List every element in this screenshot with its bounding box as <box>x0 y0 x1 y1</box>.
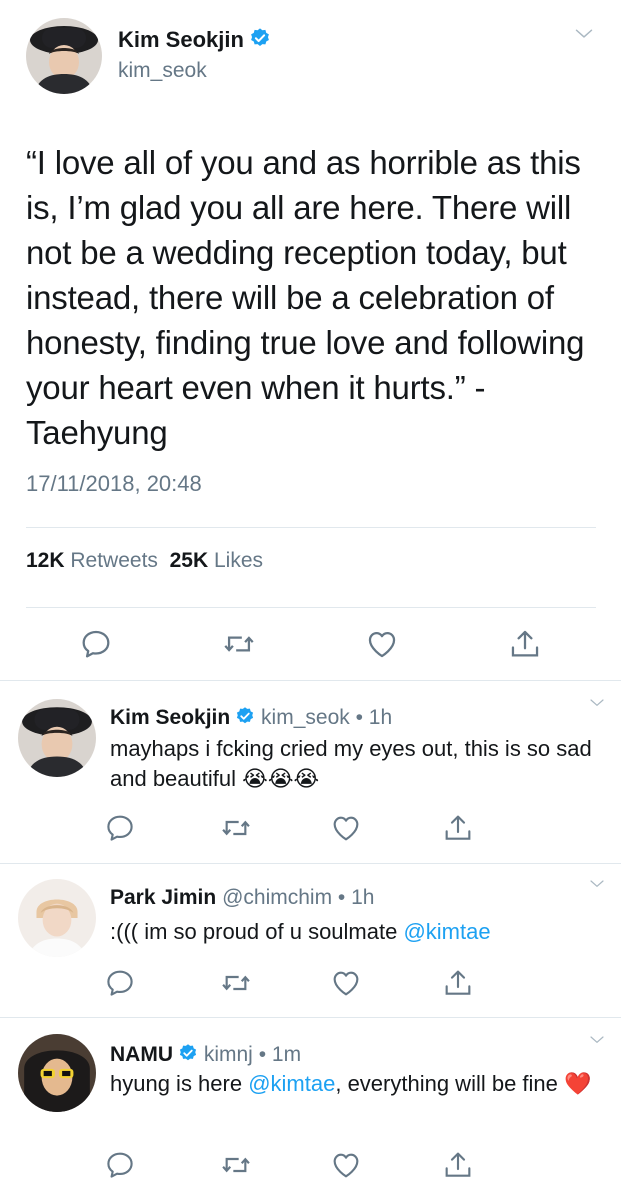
reply-header: Kim Seokjin kim_seok • 1h <box>110 706 393 729</box>
chevron-down-icon[interactable] <box>570 24 598 44</box>
heart-emoji: ❤️ <box>564 1071 592 1096</box>
author-name[interactable]: Kim Seokjin <box>110 706 230 729</box>
author-handle[interactable]: kim_seok <box>261 706 350 729</box>
reply-tweet: Park Jimin @chimchim • 1h :((( im so pro… <box>0 864 621 1016</box>
tweet-text: “I love all of you and as horrible as th… <box>26 144 585 451</box>
chevron-down-icon[interactable] <box>586 1032 608 1048</box>
avatar[interactable] <box>26 18 102 94</box>
reply-header: Park Jimin @chimchim • 1h <box>110 886 375 909</box>
retweet-icon[interactable] <box>222 627 256 661</box>
avatar[interactable] <box>18 879 96 957</box>
retweet-icon[interactable] <box>220 1149 252 1181</box>
reply-icon[interactable] <box>104 967 136 999</box>
reply-time[interactable]: 1h <box>369 706 392 729</box>
reply-text: mayhaps i fcking cried my eyes out, this… <box>110 736 592 791</box>
chevron-down-icon[interactable] <box>586 695 608 711</box>
verified-badge-icon <box>235 706 255 726</box>
like-icon[interactable] <box>330 812 362 844</box>
avatar[interactable] <box>18 1034 96 1112</box>
reply-text: hyung is here @kimtae, everything will b… <box>110 1071 592 1096</box>
verified-badge-icon <box>249 27 271 49</box>
author-name[interactable]: Park Jimin <box>110 886 216 909</box>
share-icon[interactable] <box>442 1149 474 1181</box>
reply-icon[interactable] <box>104 812 136 844</box>
reply-icon[interactable] <box>104 1149 136 1181</box>
tweet-stats: 12K Retweets 25K Likes <box>26 549 263 573</box>
reply-time[interactable]: 1h <box>351 886 374 909</box>
likes-stat[interactable]: 25K Likes <box>170 549 263 572</box>
reply-tweet: NAMU kimnj • 1m hyung is here @kimtae, e… <box>0 1018 621 1200</box>
divider <box>26 527 596 528</box>
share-icon[interactable] <box>442 812 474 844</box>
divider <box>26 607 596 608</box>
mention-link[interactable]: @kimtae <box>403 919 490 944</box>
reply-time[interactable]: 1m <box>272 1043 301 1066</box>
like-icon[interactable] <box>330 967 362 999</box>
share-icon[interactable] <box>442 967 474 999</box>
like-icon[interactable] <box>330 1149 362 1181</box>
share-icon[interactable] <box>508 627 542 661</box>
mention-link[interactable]: @kimtae <box>248 1071 335 1096</box>
like-icon[interactable] <box>365 627 399 661</box>
chevron-down-icon[interactable] <box>586 876 608 892</box>
reply-icon[interactable] <box>79 627 113 661</box>
avatar[interactable] <box>18 699 96 777</box>
retweets-stat[interactable]: 12K Retweets <box>26 549 158 572</box>
author-handle[interactable]: @chimchim <box>222 886 332 909</box>
author-handle[interactable]: kim_seok <box>118 59 207 83</box>
author-handle[interactable]: kimnj <box>204 1043 253 1066</box>
author-name[interactable]: Kim Seokjin <box>118 27 271 53</box>
crying-emoji: 😭😭😭 <box>242 766 320 791</box>
reply-tweet: Kim Seokjin kim_seok • 1h mayhaps i fcki… <box>0 681 621 862</box>
tweet-timestamp[interactable]: 17/11/2018, 20:48 <box>26 471 202 497</box>
retweet-icon[interactable] <box>220 967 252 999</box>
main-tweet: Kim Seokjin kim_seok “I love all of you … <box>0 0 621 668</box>
author-name[interactable]: NAMU <box>110 1043 173 1066</box>
reply-text: :((( im so proud of u soulmate @kimtae <box>110 919 491 944</box>
verified-badge-icon <box>178 1043 198 1063</box>
retweet-icon[interactable] <box>220 812 252 844</box>
reply-header: NAMU kimnj • 1m <box>110 1043 302 1066</box>
